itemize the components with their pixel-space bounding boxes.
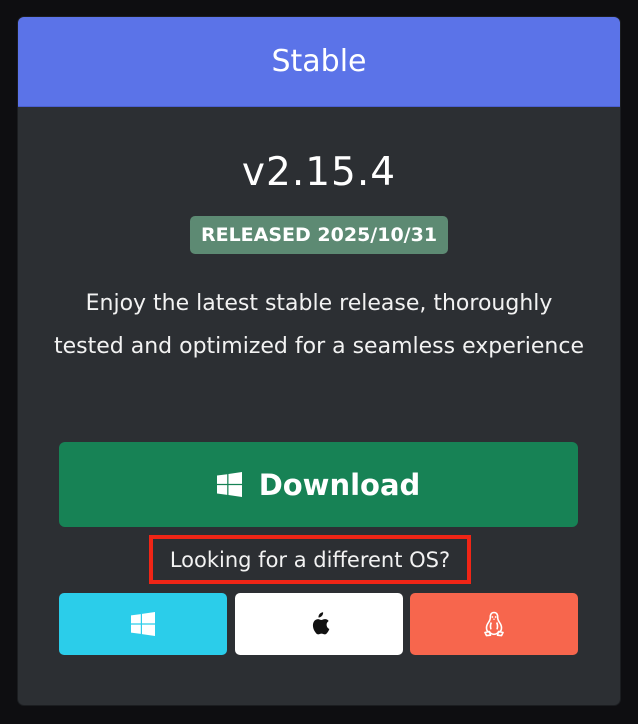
different-os-link[interactable]: Looking for a different OS?: [170, 548, 450, 572]
windows-icon: [131, 612, 155, 636]
linux-icon: [484, 611, 504, 637]
card-header-title: Stable: [271, 44, 367, 79]
macos-download-button[interactable]: [235, 593, 403, 655]
windows-download-button[interactable]: [59, 593, 227, 655]
release-date-badge: RELEASED 2025/10/31: [189, 216, 449, 254]
version-number: v2.15.4: [241, 150, 397, 195]
download-button[interactable]: Download: [59, 442, 578, 527]
download-button-label: Download: [258, 467, 421, 502]
release-description: Enjoy the latest stable release, thoroug…: [54, 291, 584, 359]
windows-icon: [216, 472, 242, 497]
apple-icon: [312, 612, 329, 635]
different-os-highlight: Looking for a different OS?: [149, 535, 471, 584]
linux-download-button[interactable]: [410, 593, 578, 655]
badge-container: RELEASED 2025/10/31: [18, 216, 620, 254]
card-header: Stable: [18, 17, 620, 107]
release-card: Stable v2.15.4 RELEASED 2025/10/31 Enjoy…: [18, 17, 620, 705]
